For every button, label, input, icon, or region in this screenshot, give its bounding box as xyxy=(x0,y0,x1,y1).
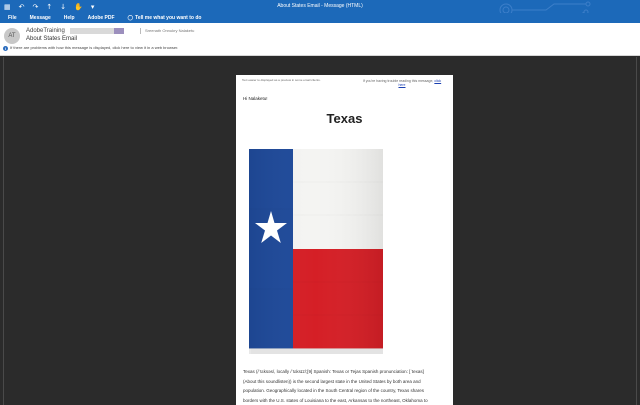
tab-help[interactable]: Help xyxy=(64,13,75,23)
reading-pane[interactable]: Text easier to displayed as a preview in… xyxy=(0,57,640,405)
info-bar[interactable]: i If there are problems with how this me… xyxy=(3,45,178,51)
tab-file[interactable]: File xyxy=(8,13,17,23)
message-header: AT AdobeTraining Sreenath Onnukry Nalake… xyxy=(0,23,640,56)
preheader-text: Text easier to displayed as a preview in… xyxy=(242,78,321,82)
tell-me-label: Tell me what you want to do xyxy=(135,15,202,21)
article-text: Texas (/ˈtɛksəs/, locally /ˈtɛksɪz/;[9] … xyxy=(243,367,448,405)
trouble-reading-note: If you're having trouble reading this me… xyxy=(362,79,442,87)
redacted-address xyxy=(70,28,114,34)
email-body: Text easier to displayed as a preview in… xyxy=(236,75,453,405)
article-line: borders with the U.S. states of Louisian… xyxy=(243,397,428,403)
email-title: Texas xyxy=(326,111,363,126)
lightbulb-icon: ◯ xyxy=(127,15,134,21)
article-line: (About this soundlisten)) is the second … xyxy=(243,378,421,384)
tell-me-box[interactable]: ◯ Tell me what you want to do xyxy=(128,13,202,23)
divider xyxy=(3,57,4,405)
avatar: AT xyxy=(4,28,20,44)
info-bar-text[interactable]: If there are problems with how this mess… xyxy=(10,45,178,51)
article-line: Texas (/ˈtɛksəs/, locally /ˈtɛksɪz/;[9] … xyxy=(243,369,424,374)
redacted-address-tail xyxy=(114,28,124,34)
tab-adobe-pdf[interactable]: Adobe PDF xyxy=(88,13,115,23)
ribbon-tabs: File Message Help Adobe PDF ◯ Tell me wh… xyxy=(0,13,640,23)
article-line: population. Geographically located in th… xyxy=(243,388,424,393)
info-icon: i xyxy=(3,45,8,51)
divider xyxy=(636,57,637,405)
sender-name[interactable]: AdobeTraining xyxy=(26,28,65,34)
tab-message[interactable]: Message xyxy=(30,13,51,23)
recipient[interactable]: Sreenath Onnukry Nalaketu xyxy=(140,28,194,34)
texas-flag-image xyxy=(249,149,383,354)
greeting: Hi Nalaketu! xyxy=(243,96,268,101)
message-subject: About States Email xyxy=(26,36,78,42)
title-bar: ▦ ↶ ↷ ↑ ↓ ✋ ▾ About States Email - Messa… xyxy=(0,0,640,19)
